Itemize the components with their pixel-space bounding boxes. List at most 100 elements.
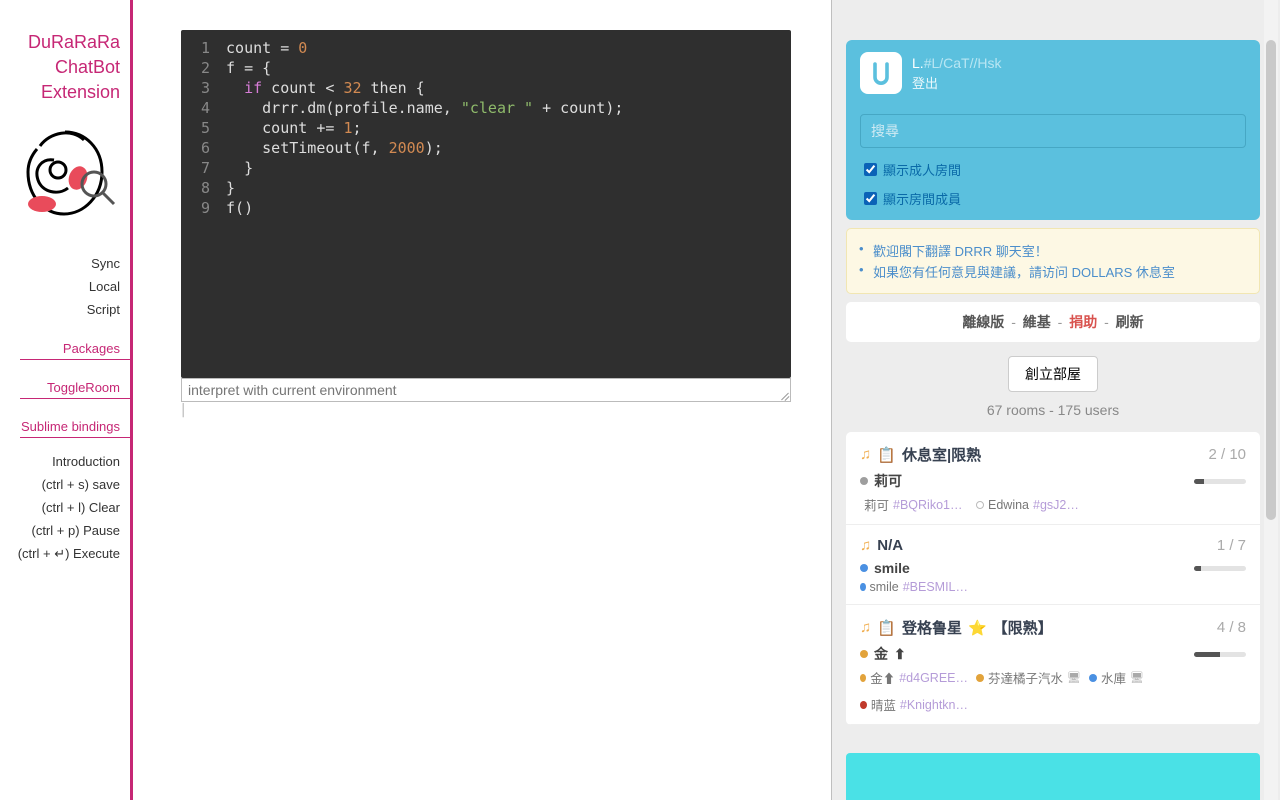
music-icon: ♫ xyxy=(860,446,871,463)
member-dot-icon xyxy=(860,583,866,591)
code-editor[interactable]: 123456789 count = 0f = { if count < 32 t… xyxy=(181,30,791,378)
room-list: ♫📋休息室|限熟2 / 10莉可莉可#BQRiko1…🖥Edwina#gsJ2…… xyxy=(846,432,1260,725)
member-dot-icon xyxy=(976,674,984,682)
member: 芬達橘子汽水🖥 xyxy=(976,668,1081,687)
check-adult[interactable] xyxy=(864,163,877,176)
interpret-input[interactable] xyxy=(181,378,791,402)
code-body[interactable]: count = 0f = { if count < 32 then { drrr… xyxy=(226,38,791,218)
member-dot-icon xyxy=(976,501,984,509)
member: 金⬆#d4GREE… xyxy=(860,668,968,687)
member-dot-icon xyxy=(860,674,866,682)
nav-sync[interactable]: Sync xyxy=(91,252,130,275)
sep: - xyxy=(1104,314,1109,330)
profile-bar: L.#L/CaT//Hsk 登出 xyxy=(846,40,1260,106)
nav-sublime-bindings[interactable]: Sublime bindings xyxy=(20,415,130,438)
room-item[interactable]: ♫N/A 1 / 7 smile smile#BESMIL… xyxy=(846,525,1260,605)
sep: - xyxy=(1058,314,1063,330)
room-owner: smile xyxy=(874,560,910,576)
member-dot-icon xyxy=(860,701,867,709)
clipboard-icon: 📋 xyxy=(877,619,896,637)
scrollbar-thumb[interactable] xyxy=(1266,40,1276,520)
desktop-icon: 🖥 xyxy=(1130,671,1144,684)
room-title: ♫📋登格鲁星⭐【限熟】 xyxy=(860,617,1053,638)
profile-name: L. xyxy=(912,55,924,71)
nav-script[interactable]: Script xyxy=(87,298,130,321)
nav-toggleroom[interactable]: ToggleRoom xyxy=(20,376,130,399)
check-adult-label: 顯示成人房間 xyxy=(883,160,961,179)
resize-handle-icon[interactable] xyxy=(779,390,789,400)
avatar xyxy=(860,52,902,94)
notice-feedback-link[interactable]: 如果您有任何意見與建議，請访问 DOLLARS 休息室 xyxy=(859,262,1247,281)
member: 晴蓝#Knightkn… xyxy=(860,695,968,714)
room-item[interactable]: ♫📋登格鲁星⭐【限熟】4 / 8金⬆金⬆#d4GREE…芬達橘子汽水🖥水庫🖥晴蓝… xyxy=(846,605,1260,725)
arrow-up-icon: ⬆ xyxy=(894,646,906,663)
notice-translate-link[interactable]: 歡迎閣下翻譯 DRRR 聊天室！ xyxy=(859,241,1247,260)
nav-packages[interactable]: Packages xyxy=(20,337,130,360)
ad-banner[interactable] xyxy=(846,753,1260,800)
link-offline[interactable]: 離線版 xyxy=(962,314,1004,330)
room-stats: 67 rooms - 175 users xyxy=(846,402,1260,418)
member: smile#BESMIL… xyxy=(860,580,968,594)
editor-pane: 123456789 count = 0f = { if count < 32 t… xyxy=(133,0,832,800)
member: 水庫🖥 xyxy=(1089,668,1144,687)
notice-box: 歡迎閣下翻譯 DRRR 聊天室！ 如果您有任何意見與建議，請访问 DOLLARS… xyxy=(846,228,1260,294)
desktop-icon: 🖥 xyxy=(967,498,969,511)
desktop-icon: 🖥 xyxy=(1067,671,1081,684)
nav-help-pause: (ctrl + p) Pause xyxy=(31,519,130,542)
room-count: 2 / 10 xyxy=(1208,446,1246,463)
link-refresh[interactable]: 刷新 xyxy=(1116,314,1144,330)
room-owner: 莉可 xyxy=(874,471,902,491)
nav-help-clear: (ctrl + l) Clear xyxy=(42,496,130,519)
check-members[interactable] xyxy=(864,192,877,205)
member: 莉可#BQRiko1…🖥 xyxy=(860,495,968,514)
link-donate[interactable]: 捐助 xyxy=(1069,314,1097,330)
room-count: 1 / 7 xyxy=(1217,537,1246,554)
room-members: 莉可#BQRiko1…🖥 Edwina#gsJ2… xyxy=(860,495,1246,514)
capacity-bar xyxy=(1194,652,1246,657)
room-title: ♫N/A xyxy=(860,537,903,554)
brand-line1: DuRaRaRa xyxy=(28,30,120,55)
star-icon: ⭐ xyxy=(968,619,987,637)
owner-dot-icon xyxy=(860,564,868,572)
clipboard-icon: 📋 xyxy=(877,446,896,464)
nav-help-save: (ctrl + s) save xyxy=(42,473,130,496)
room-members: 金⬆#d4GREE… 芬達橘子汽水🖥 水庫🖥 晴蓝#Knightkn… xyxy=(860,668,1246,714)
room-members: smile#BESMIL… xyxy=(860,580,1246,594)
member-dot-icon xyxy=(1089,674,1097,682)
profile-tag: #L/CaT//Hsk xyxy=(924,55,1002,71)
room-count: 4 / 8 xyxy=(1217,619,1246,636)
nav-help: Introduction (ctrl + s) save (ctrl + l) … xyxy=(0,450,130,566)
repl-cursor: | xyxy=(179,402,791,418)
nav-local[interactable]: Local xyxy=(89,275,130,298)
owner-dot-icon xyxy=(860,650,868,658)
capacity-bar xyxy=(1194,566,1246,571)
logout-link[interactable]: 登出 xyxy=(912,73,1002,92)
brand-line3: Extension xyxy=(28,80,120,105)
scrollbar[interactable] xyxy=(1264,0,1278,800)
capacity-bar xyxy=(1194,479,1246,484)
check-adult-row[interactable]: 顯示成人房間 xyxy=(846,158,1260,187)
room-title: ♫📋休息室|限熟 xyxy=(860,444,981,465)
search-input[interactable] xyxy=(860,114,1246,148)
link-wiki[interactable]: 維基 xyxy=(1023,314,1051,330)
sidebar: DuRaRaRa ChatBot Extension Sync Local xyxy=(0,0,133,800)
brand-title: DuRaRaRa ChatBot Extension xyxy=(18,30,130,114)
links-bar: 離線版 - 維基 - 捐助 - 刷新 xyxy=(846,302,1260,342)
room-owner: 金 xyxy=(874,644,888,664)
owner-dot-icon xyxy=(860,477,868,485)
check-members-row[interactable]: 顯示房間成員 xyxy=(846,187,1260,220)
brand-line2: ChatBot xyxy=(28,55,120,80)
sep: - xyxy=(1011,314,1016,330)
music-icon: ♫ xyxy=(860,537,871,554)
music-icon: ♫ xyxy=(860,619,871,636)
line-gutter: 123456789 xyxy=(181,38,226,218)
check-members-label: 顯示房間成員 xyxy=(883,189,961,208)
member: Edwina#gsJ2… xyxy=(976,495,1079,514)
create-room-button[interactable]: 創立部屋 xyxy=(1008,356,1098,392)
chat-panel: L.#L/CaT//Hsk 登出 顯示成人房間 顯示房間成員 歡迎閣下翻譯 DR… xyxy=(832,0,1280,800)
room-item[interactable]: ♫📋休息室|限熟2 / 10莉可莉可#BQRiko1…🖥Edwina#gsJ2… xyxy=(846,432,1260,525)
nav-introduction[interactable]: Introduction xyxy=(52,450,130,473)
nav-help-execute: (ctrl + ↵) Execute xyxy=(18,542,130,566)
nav-primary: Sync Local Script xyxy=(0,252,130,321)
logo xyxy=(10,118,120,228)
